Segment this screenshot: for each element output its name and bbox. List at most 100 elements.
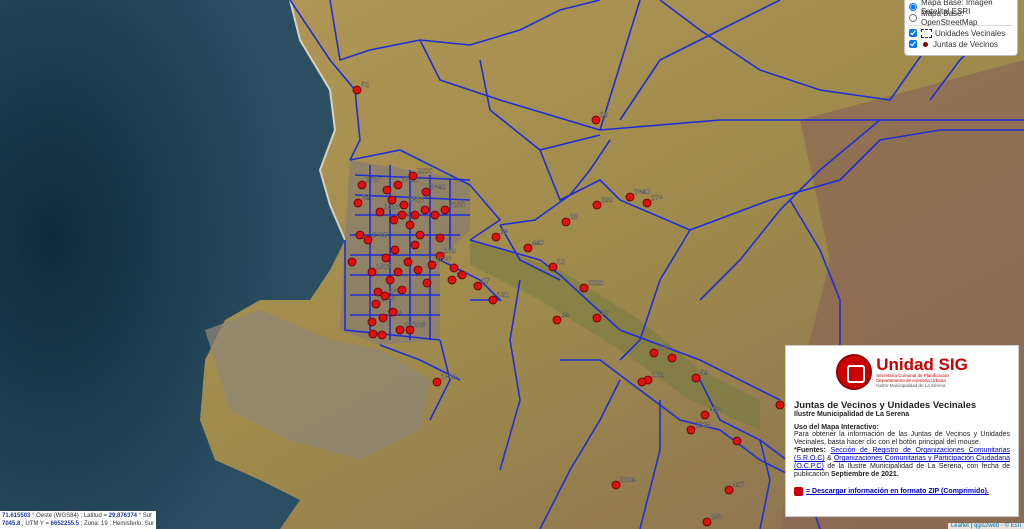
junta-marker[interactable] [397,210,407,220]
junta-marker[interactable] [611,480,621,490]
junta-marker[interactable] [377,330,387,340]
junta-marker-label: 253 [711,514,723,521]
junta-marker[interactable] [421,187,431,197]
junta-marker[interactable] [367,317,377,327]
utmx-value: 7045.8 [2,521,21,527]
overlay-unidades-label: Unidades Vecinales [935,28,1006,38]
junta-marker[interactable] [373,287,383,297]
junta-marker[interactable] [691,373,701,383]
zone-label: ; Zona: 19 ; Hemisferio: Sur [80,521,155,527]
checkbox-juntas[interactable] [909,40,917,48]
download-row[interactable]: = Descargar información en formato ZIP (… [794,487,1010,496]
junta-marker[interactable] [387,195,397,205]
junta-marker[interactable] [775,400,785,410]
junta-marker-label: 2806 [417,168,433,175]
junta-marker[interactable] [388,307,398,317]
junta-marker[interactable] [382,185,392,195]
radio-osm[interactable] [909,14,917,22]
junta-marker[interactable] [422,278,432,288]
junta-marker[interactable] [552,315,562,325]
leaflet-link[interactable]: Leaflet [951,523,969,529]
junta-marker[interactable] [393,267,403,277]
qgis2web-link[interactable]: qgis2web [974,523,999,529]
junta-marker[interactable] [381,253,391,263]
junta-marker[interactable] [592,200,602,210]
junta-marker-label: 407 [733,482,745,489]
junta-marker[interactable] [405,220,415,230]
junta-marker[interactable] [702,517,712,527]
junta-marker[interactable] [447,275,457,285]
junta-marker[interactable] [625,192,635,202]
junta-marker[interactable] [347,257,357,267]
junta-marker[interactable] [385,275,395,285]
junta-marker[interactable] [399,200,409,210]
junta-marker[interactable] [427,260,437,270]
download-link[interactable]: = Descargar información en formato ZIP (… [806,488,989,495]
junta-marker[interactable] [371,299,381,309]
junta-marker[interactable] [473,281,483,291]
junta-marker[interactable] [732,436,742,446]
junta-marker[interactable] [440,205,450,215]
junta-marker-label: 27 [482,278,490,285]
junta-marker[interactable] [592,313,602,323]
esri-link[interactable]: © Esri [1005,523,1021,529]
junta-marker[interactable] [435,233,445,243]
junta-marker[interactable] [420,205,430,215]
junta-marker[interactable] [413,265,423,275]
junta-marker[interactable] [375,207,385,217]
junta-marker-label: 2900 [372,232,388,239]
junta-marker-label: 18 [600,112,608,119]
junta-marker[interactable] [430,210,440,220]
junta-marker[interactable] [667,353,677,363]
junta-marker[interactable] [410,210,420,220]
junta-marker[interactable] [355,230,365,240]
junta-marker[interactable] [432,377,442,387]
junta-marker[interactable] [368,329,378,339]
junta-marker[interactable] [403,257,413,267]
junta-marker[interactable] [390,245,400,255]
junta-marker[interactable] [363,235,373,245]
junta-marker-label: 1097 [436,257,452,264]
junta-marker-label: 162 [652,372,664,379]
junta-marker[interactable] [397,285,407,295]
junta-marker[interactable] [548,262,558,272]
junta-marker-label: 2940 [634,189,650,196]
junta-marker[interactable] [637,377,647,387]
junta-marker[interactable] [700,410,710,420]
junta-marker[interactable] [561,217,571,227]
overlay-juntas-de-vecinos[interactable]: Juntas de Vecinos [909,39,1013,49]
junta-marker[interactable] [591,115,601,125]
junta-marker[interactable] [405,325,415,335]
checkbox-unidades[interactable] [909,29,917,37]
junta-marker[interactable] [488,295,498,305]
junta-marker[interactable] [353,198,363,208]
logo-subtitle-3: Ilustre Municipalidad de La Serena [876,383,946,388]
junta-marker[interactable] [357,180,367,190]
junta-marker[interactable] [457,270,467,280]
junta-marker[interactable] [579,283,589,293]
junta-marker[interactable] [415,230,425,240]
junta-marker[interactable] [686,425,696,435]
radio-esri[interactable] [909,3,917,11]
lat-label: ° Sur [138,513,153,519]
junta-marker-label: 84 [561,312,569,319]
junta-marker[interactable] [395,325,405,335]
junta-marker[interactable] [449,263,459,273]
junta-marker[interactable] [389,215,399,225]
junta-marker[interactable] [393,180,403,190]
unidad-sig-logo: Unidad SIG Secretaría Comunal de Planifi… [794,350,1010,394]
junta-marker[interactable] [408,171,418,181]
base-layer-osm[interactable]: Mapa Base: OpenStreetMap [909,9,1013,27]
junta-marker[interactable] [523,243,533,253]
junta-marker[interactable] [352,85,362,95]
junta-marker[interactable] [491,232,501,242]
layer-control: Mapa Base: Imagen Satelital ESRI Mapa Ba… [904,0,1018,56]
junta-marker[interactable] [410,240,420,250]
junta-marker[interactable] [724,485,734,495]
junta-marker[interactable] [367,267,377,277]
junta-marker[interactable] [378,313,388,323]
overlay-unidades-vecinales[interactable]: Unidades Vecinales [909,28,1013,38]
junta-marker[interactable] [642,198,652,208]
municipal-logo-icon [836,354,873,390]
junta-marker[interactable] [649,348,659,358]
